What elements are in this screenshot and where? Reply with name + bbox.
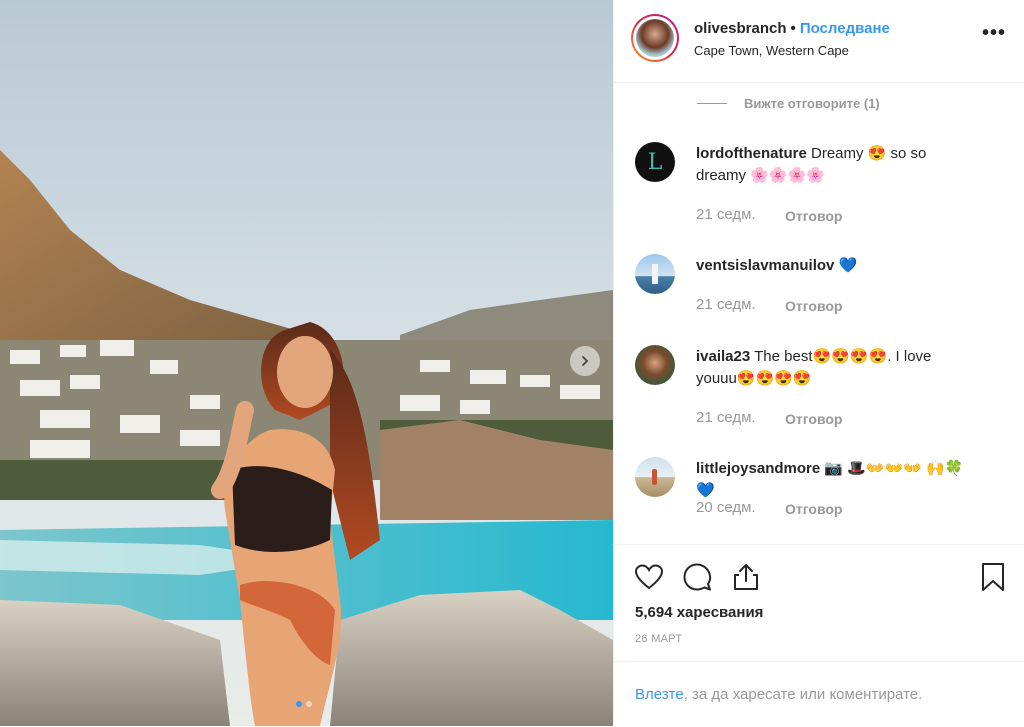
post-side-panel: olivesbranch • Последване Cape Town, Weste… (613, 0, 1024, 726)
bookmark-icon (982, 563, 1004, 591)
like-button[interactable] (632, 560, 666, 594)
comment-text: littlejoysandmore 📷 🎩👐👐👐 🙌🍀💙 (696, 458, 976, 502)
carousel-next-button[interactable] (570, 346, 600, 376)
share-button[interactable] (729, 560, 763, 594)
share-upload-icon (734, 564, 758, 590)
comment-time[interactable]: 21 седм. (696, 206, 756, 223)
comment-username[interactable]: ventsislavmanuilov (696, 257, 834, 274)
login-link[interactable]: Влезте (635, 686, 684, 703)
login-prompt: Влезте, за да харесате или коментирате. (635, 686, 922, 703)
comment-text: ventsislavmanuilov 💙 (696, 255, 976, 277)
comment-time[interactable]: 21 седм. (696, 296, 756, 313)
letter-L-avatar-icon: L (647, 149, 663, 175)
comment-body: 💙 (834, 257, 858, 274)
carousel-dot (306, 701, 312, 707)
author-avatar[interactable] (631, 14, 679, 62)
comment-username[interactable]: lordofthenature (696, 145, 807, 162)
comment-time[interactable]: 21 седм. (696, 409, 756, 426)
comment-username[interactable]: ivaila23 (696, 348, 750, 365)
login-prompt-text: , за да харесате или коментирате. (683, 686, 923, 703)
save-button[interactable] (976, 560, 1010, 594)
reply-button[interactable]: Отговор (785, 208, 842, 224)
login-prompt-bar: Влезте, за да харесате или коментирате. (614, 661, 1024, 727)
heart-icon (634, 564, 664, 590)
carousel-indicator (296, 701, 312, 707)
comment-time[interactable]: 20 седм. (696, 499, 756, 516)
post-photo[interactable] (0, 0, 613, 726)
reply-button[interactable]: Отговор (785, 298, 842, 314)
comment-button[interactable] (680, 560, 714, 594)
beach-photo-illustration (0, 0, 613, 726)
comment-text: ivaila23 The best😍😍😍😍. I love youuu😍😍😍😍 (696, 346, 976, 390)
carousel-dot-active (296, 701, 302, 707)
separator-dot: • (790, 20, 796, 37)
beach-avatar-icon (652, 469, 657, 485)
commenter-avatar[interactable] (635, 345, 675, 385)
more-options-button[interactable]: ••• (982, 22, 1006, 45)
commenter-avatar[interactable] (635, 254, 675, 294)
comment-username[interactable]: littlejoysandmore (696, 460, 820, 477)
post-date[interactable]: 26 МАРТ (635, 633, 682, 645)
view-replies-label: Вижте отговорите (1) (744, 96, 880, 111)
comment-text: lordofthenature Dreamy 😍 so so dreamy 🌸🌸… (696, 143, 976, 187)
commenter-avatar[interactable] (635, 457, 675, 497)
follow-button[interactable]: Последване (800, 20, 890, 37)
post-location[interactable]: Cape Town, Western Cape (694, 43, 849, 58)
instagram-post-view: olivesbranch • Последване Cape Town, Weste… (0, 0, 1024, 726)
post-actions-section: 5,694 харесвания 26 МАРТ (614, 544, 1024, 661)
view-replies-button[interactable]: Вижте отговорите (1) (697, 96, 880, 111)
post-header: olivesbranch • Последване Cape Town, Weste… (614, 0, 1024, 83)
author-line: olivesbranch • Последване (694, 20, 890, 37)
reply-button[interactable]: Отговор (785, 411, 842, 427)
lighthouse-avatar-icon (652, 264, 658, 284)
author-username[interactable]: olivesbranch (694, 20, 787, 37)
replies-divider-line (697, 103, 727, 104)
author-avatar-image (636, 19, 674, 57)
speech-bubble-icon (683, 563, 712, 591)
chevron-right-icon (582, 356, 589, 366)
reply-button[interactable]: Отговор (785, 501, 842, 517)
commenter-avatar[interactable]: L (635, 142, 675, 182)
likes-count[interactable]: 5,694 харесвания (635, 604, 763, 621)
